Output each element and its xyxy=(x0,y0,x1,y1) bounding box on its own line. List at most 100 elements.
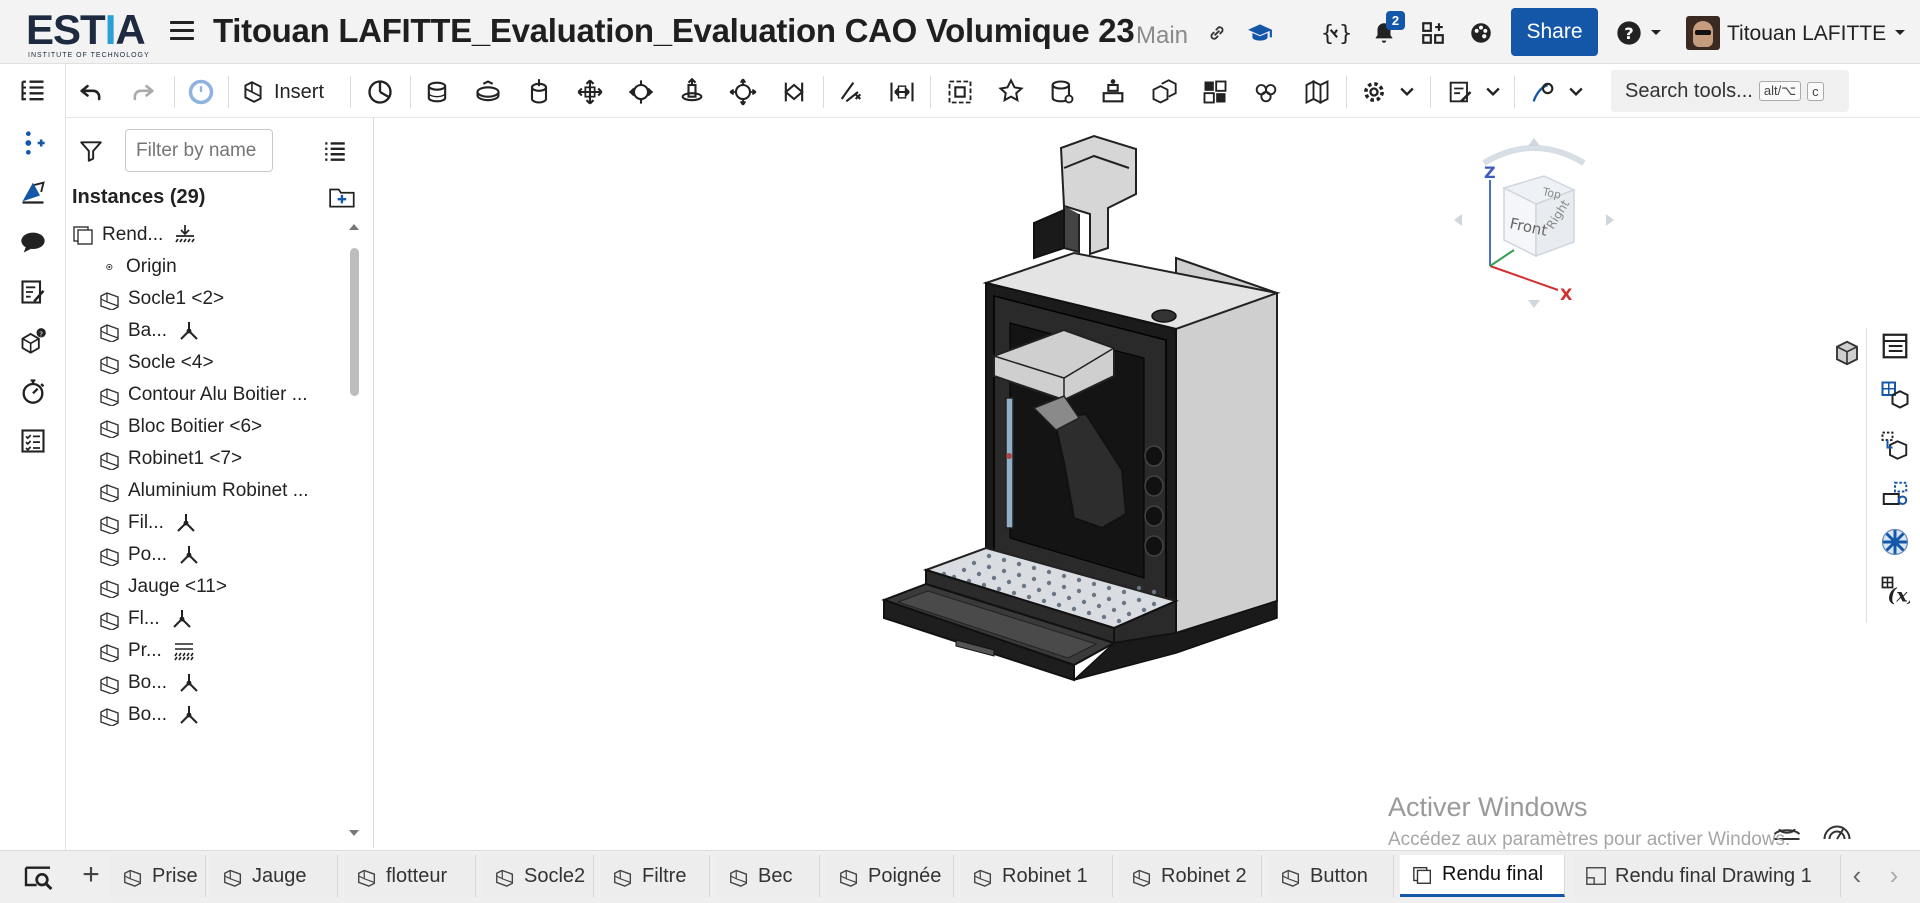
tangent-mate-icon[interactable] xyxy=(835,76,867,108)
appearance-palette-icon[interactable] xyxy=(1466,18,1496,48)
list-item[interactable]: Bo... xyxy=(98,698,201,732)
user-chevron-down-icon[interactable] xyxy=(1890,18,1910,48)
list-item[interactable]: Ba... xyxy=(98,314,201,348)
help-chevron-down-icon[interactable] xyxy=(1646,18,1666,48)
linear-pattern-icon[interactable] xyxy=(1148,76,1180,108)
document-title[interactable]: Titouan LAFITTE_Evaluation_Evaluation CA… xyxy=(213,12,1135,50)
undo-icon[interactable] xyxy=(75,76,107,108)
coffee-machine-model[interactable] xyxy=(374,118,1866,848)
help-icon[interactable]: ? xyxy=(1614,18,1644,48)
tab-rendu-final[interactable]: Rendu final xyxy=(1400,855,1565,897)
list-view-icon[interactable] xyxy=(322,138,348,164)
view-cube-menu-icon[interactable] xyxy=(1832,338,1862,368)
avatar[interactable] xyxy=(1686,16,1720,50)
width-mate-icon[interactable] xyxy=(886,76,918,108)
list-item[interactable]: Po... xyxy=(98,538,201,572)
list-item[interactable]: Contour Alu Boitier ... xyxy=(98,378,308,412)
group-icon[interactable] xyxy=(944,76,976,108)
revolute-mate-icon[interactable] xyxy=(472,76,504,108)
list-item[interactable]: Bloc Boitier <6> xyxy=(98,410,262,444)
parallel-mate-icon[interactable] xyxy=(778,76,810,108)
menu-icon[interactable] xyxy=(170,21,194,41)
pin-slot-mate-icon[interactable] xyxy=(676,76,708,108)
list-item[interactable]: Pr... xyxy=(98,634,196,668)
new-folder-icon[interactable] xyxy=(328,184,358,210)
education-cap-icon[interactable] xyxy=(1245,18,1275,48)
search-tools-button[interactable]: Search tools... alt/⌥ c xyxy=(1611,70,1849,112)
tab-button[interactable]: Button xyxy=(1268,855,1394,897)
scroll-up-icon[interactable] xyxy=(349,224,359,230)
tree-root-assembly[interactable]: Rend... xyxy=(72,218,197,252)
tab-manager-search-icon[interactable] xyxy=(22,861,54,893)
rendering-mode-icon[interactable] xyxy=(1822,816,1852,842)
mass-properties-icon[interactable]: ? xyxy=(18,326,48,356)
user-name[interactable]: Titouan LAFITTE xyxy=(1727,22,1886,46)
list-item[interactable]: Origin xyxy=(104,250,177,284)
insert-button[interactable]: Insert xyxy=(240,76,324,108)
list-item[interactable]: Robinet1 <7> xyxy=(98,442,242,476)
tab-robinet-2[interactable]: Robinet 2 xyxy=(1119,855,1262,897)
tab-flotteur[interactable]: flotteur xyxy=(344,855,476,897)
tab-robinet-1[interactable]: Robinet 1 xyxy=(960,855,1113,897)
checklist-icon[interactable] xyxy=(18,426,48,456)
appearances-panel-icon[interactable] xyxy=(1879,526,1911,558)
list-item[interactable]: Socle1 <2> xyxy=(98,282,224,316)
appearance-icon[interactable] xyxy=(18,177,48,207)
instance-list-icon[interactable] xyxy=(18,76,48,106)
variable-table-icon[interactable]: (x) xyxy=(1879,574,1911,606)
list-item[interactable]: Bo... xyxy=(98,666,201,700)
ball-mate-icon[interactable] xyxy=(727,76,759,108)
settings-gear-icon[interactable] xyxy=(1358,76,1390,108)
view-cube[interactable]: Top Front Right Z X xyxy=(1454,138,1614,308)
replicate-icon[interactable] xyxy=(995,76,1027,108)
bom-table-icon[interactable] xyxy=(1879,330,1911,362)
list-item[interactable]: Fil... xyxy=(98,506,198,540)
sketch-chevron-down-icon[interactable] xyxy=(1567,76,1585,108)
sketch-curve-icon[interactable] xyxy=(1527,76,1559,108)
tab-socle2[interactable]: Socle2 xyxy=(482,855,594,897)
comments-icon[interactable] xyxy=(18,227,48,257)
tabs-scroll-left-icon[interactable]: ‹ xyxy=(1845,862,1869,889)
link-icon[interactable] xyxy=(1202,18,1232,48)
branch-label[interactable]: Main xyxy=(1136,22,1188,50)
insert-mate-connector-icon[interactable] xyxy=(18,128,48,158)
tab-jauge[interactable]: Jauge xyxy=(210,855,338,897)
list-item[interactable]: Jauge <11> xyxy=(98,570,227,604)
slider-mate-icon[interactable] xyxy=(523,76,555,108)
measure-chevron-down-icon[interactable] xyxy=(1484,76,1502,108)
stopwatch-icon[interactable] xyxy=(18,376,48,406)
measure-icon[interactable] xyxy=(1444,76,1476,108)
graphics-viewport[interactable]: Top Front Right Z X xyxy=(374,118,1866,848)
apps-grid-icon[interactable] xyxy=(1418,18,1448,48)
scroll-down-icon[interactable] xyxy=(349,830,359,836)
instance-scrollbar[interactable] xyxy=(347,218,361,848)
tabs-scroll-right-icon[interactable]: › xyxy=(1882,862,1906,889)
planar-mate-icon[interactable] xyxy=(574,76,606,108)
tab-rendu-final-drawing-1[interactable]: Rendu final Drawing 1 xyxy=(1573,855,1841,897)
redo-icon[interactable] xyxy=(127,76,159,108)
cylindrical-mate-icon[interactable] xyxy=(625,76,657,108)
tab-prise[interactable]: Prise xyxy=(110,855,206,897)
scroll-thumb[interactable] xyxy=(350,248,359,396)
filter-input[interactable] xyxy=(125,129,273,172)
share-button[interactable]: Share xyxy=(1511,8,1598,56)
tab-filtre[interactable]: Filtre xyxy=(600,855,710,897)
mirror-icon[interactable] xyxy=(1250,76,1282,108)
filter-icon[interactable] xyxy=(78,138,104,164)
estia-logo[interactable]: ESTIA INSTITUTE OF TECHNOLOGY xyxy=(26,8,152,60)
explode-icon[interactable] xyxy=(1097,76,1129,108)
variables-icon[interactable]: {} xyxy=(1321,18,1351,48)
list-item[interactable]: Fl... xyxy=(98,602,194,636)
configurations-icon[interactable] xyxy=(1879,379,1911,411)
named-positions-icon[interactable] xyxy=(1879,429,1911,461)
tab-poign-e[interactable]: Poignée xyxy=(826,855,954,897)
tab-bec[interactable]: Bec xyxy=(716,855,820,897)
exploded-views-icon[interactable] xyxy=(1879,478,1911,510)
regenerate-icon[interactable] xyxy=(185,76,217,108)
list-item[interactable]: Aluminium Robinet ... xyxy=(98,474,309,508)
mate-connector-cylinder-icon[interactable] xyxy=(1046,76,1078,108)
circular-pattern-icon[interactable] xyxy=(1199,76,1231,108)
standard-content-icon[interactable] xyxy=(1301,76,1333,108)
fastened-mate-icon[interactable] xyxy=(421,76,453,108)
notes-edit-icon[interactable] xyxy=(18,277,48,307)
